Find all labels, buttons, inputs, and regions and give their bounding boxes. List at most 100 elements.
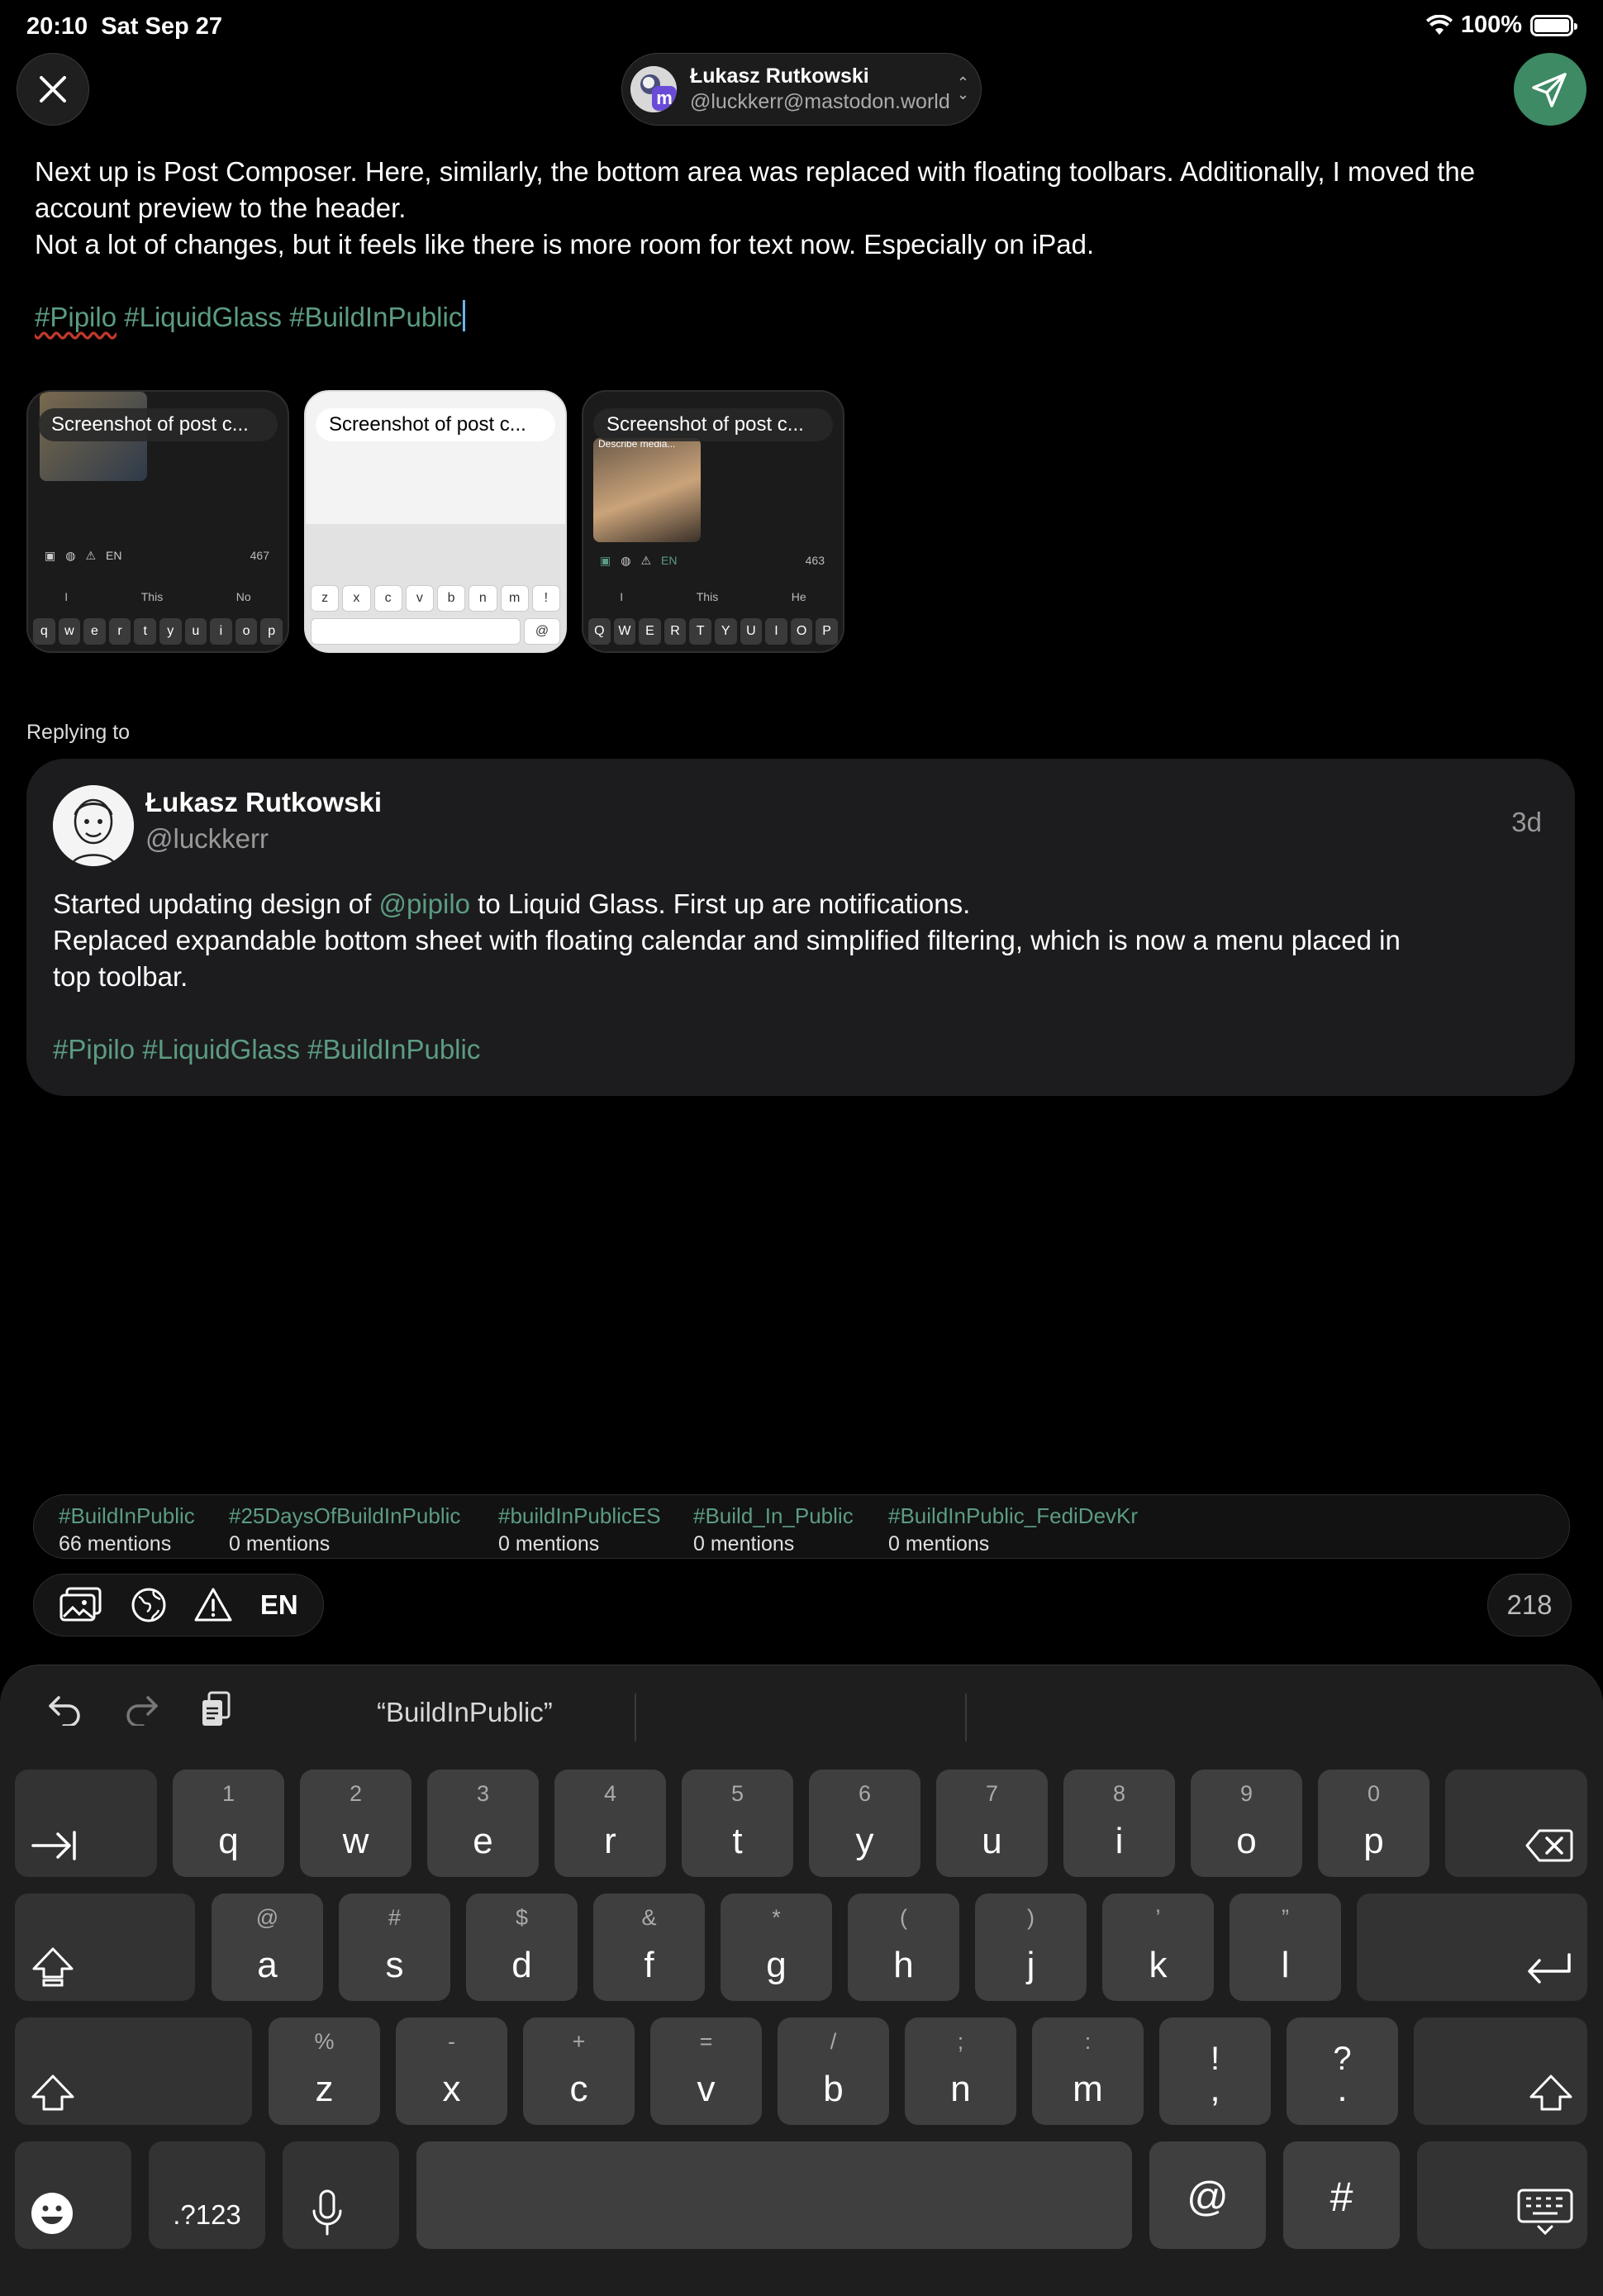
hash-key[interactable]: # bbox=[1283, 2141, 1400, 2249]
reply-timestamp: 3d bbox=[1511, 807, 1542, 837]
key-c[interactable]: + c bbox=[523, 2017, 635, 2125]
attachments-row: Screenshot of post c... ▣ ◍ ⚠ EN 467 I This N… bbox=[26, 390, 844, 653]
battery-icon bbox=[1530, 14, 1577, 36]
key-l[interactable]: ” l bbox=[1230, 1893, 1341, 2001]
dictation-key[interactable] bbox=[283, 2141, 399, 2249]
onscreen-keyboard: “BuildInPublic” 1q 2w 3e 4r 5t 6y 7u 8i … bbox=[0, 1665, 1603, 2296]
hashtag-link[interactable]: #BuildInPublic bbox=[307, 1034, 480, 1065]
keyboard-suggestion[interactable]: “BuildInPublic” bbox=[377, 1697, 553, 1728]
mention-link[interactable]: @pipilo bbox=[378, 888, 470, 919]
account-avatar: m bbox=[630, 66, 677, 112]
key-u[interactable]: 7u bbox=[936, 1770, 1048, 1877]
reply-author-name[interactable]: Łukasz Rutkowski bbox=[145, 787, 382, 818]
key-x[interactable]: -x bbox=[396, 2017, 507, 2125]
hashtag-suggestions-bar: #BuildInPublic 66 mentions #25DaysOfBuild… bbox=[33, 1494, 1570, 1559]
hashtag-suggestion[interactable]: #25DaysOfBuildInPublic 0 mentions bbox=[229, 1502, 460, 1558]
keyboard-dismiss-icon bbox=[1517, 2189, 1573, 2236]
key-question-period[interactable]: ?. bbox=[1287, 2017, 1398, 2125]
at-key[interactable]: @ bbox=[1149, 2141, 1266, 2249]
key-b[interactable]: / b bbox=[778, 2017, 889, 2125]
key-h[interactable]: (h bbox=[848, 1893, 959, 2001]
key-i[interactable]: 8i bbox=[1063, 1770, 1175, 1877]
shift-icon bbox=[31, 2074, 74, 2111]
mini-suggestions: I This He bbox=[620, 590, 806, 603]
key-exclamation-comma[interactable]: !, bbox=[1159, 2017, 1271, 2125]
redo-icon bbox=[126, 1696, 158, 1726]
globe-icon[interactable] bbox=[131, 1587, 167, 1623]
reply-text: Started updating design of @pipilo to Li… bbox=[53, 888, 1401, 1065]
attachment-description[interactable]: Screenshot of post c... bbox=[316, 408, 555, 441]
status-time: 20:10 Sat Sep 27 bbox=[26, 13, 222, 40]
key-w[interactable]: 2w bbox=[300, 1770, 411, 1877]
account-name: Łukasz Rutkowski bbox=[690, 64, 869, 88]
tab-key[interactable] bbox=[15, 1770, 157, 1877]
image-preview bbox=[593, 438, 701, 542]
hashtag-link[interactable]: #Pipilo bbox=[53, 1034, 135, 1065]
undo-icon bbox=[49, 1696, 80, 1726]
attachment-thumbnail[interactable]: Screenshot of post c... z x c v b n m! @ bbox=[304, 390, 567, 653]
key-g[interactable]: * g bbox=[721, 1893, 832, 2001]
key-s[interactable]: # s bbox=[339, 1893, 450, 2001]
hashtag-suggestion[interactable]: #BuildInPublic_FediDevKr 0 mentions bbox=[888, 1502, 1138, 1558]
key-r[interactable]: 4r bbox=[554, 1770, 666, 1877]
key-z[interactable]: % z bbox=[269, 2017, 380, 2125]
warning-icon[interactable] bbox=[193, 1587, 233, 1623]
return-key[interactable] bbox=[1357, 1893, 1587, 2001]
delete-key[interactable] bbox=[1445, 1770, 1587, 1877]
reply-post-card[interactable]: Łukasz Rutkowski @luckkerr 3d Started up… bbox=[26, 759, 1575, 1096]
replying-to-label: Replying to bbox=[26, 721, 131, 744]
media-icon[interactable] bbox=[59, 1587, 103, 1623]
attachment-description[interactable]: Screenshot of post c... bbox=[38, 408, 278, 441]
emoji-key[interactable] bbox=[15, 2141, 131, 2249]
key-m[interactable]: :m bbox=[1032, 2017, 1144, 2125]
reply-author-handle: @luckkerr bbox=[145, 823, 269, 854]
shift-key-left[interactable] bbox=[15, 2017, 252, 2125]
hashtag-suggestion[interactable]: #Build_In_Public 0 mentions bbox=[693, 1502, 854, 1558]
shift-icon bbox=[1529, 2074, 1572, 2111]
chevron-up-down-icon: ⌃ ⌄ bbox=[956, 74, 969, 102]
key-v[interactable]: = v bbox=[650, 2017, 762, 2125]
caps-lock-key[interactable] bbox=[15, 1893, 195, 2001]
mini-toolbar: ▣ ◍ ⚠ EN bbox=[45, 549, 122, 562]
key-j[interactable]: ) j bbox=[975, 1893, 1087, 2001]
language-button[interactable]: EN bbox=[260, 1589, 298, 1621]
mini-keyboard-bottom: @ bbox=[311, 618, 560, 645]
post-composer[interactable]: Next up is Post Composer. Here, similarl… bbox=[35, 154, 1572, 336]
account-switcher[interactable]: m Łukasz Rutkowski @luckkerr@mastodon.wo… bbox=[621, 53, 982, 126]
key-e[interactable]: 3e bbox=[427, 1770, 539, 1877]
undo-button[interactable] bbox=[45, 1689, 86, 1730]
attachment-description[interactable]: Screenshot of post c... bbox=[593, 408, 833, 441]
hashtag-suggestion[interactable]: #BuildInPublic 66 mentions bbox=[59, 1502, 195, 1558]
key-o[interactable]: 9o bbox=[1191, 1770, 1302, 1877]
close-icon bbox=[40, 76, 66, 102]
send-icon bbox=[1532, 73, 1567, 107]
key-q[interactable]: 1q bbox=[173, 1770, 284, 1877]
key-t[interactable]: 5t bbox=[682, 1770, 793, 1877]
key-n[interactable]: ; n bbox=[905, 2017, 1016, 2125]
tab-icon bbox=[31, 1831, 76, 1860]
close-button[interactable] bbox=[17, 53, 89, 126]
key-f[interactable]: & f bbox=[593, 1893, 705, 2001]
text-cursor bbox=[463, 300, 466, 331]
space-bar[interactable] bbox=[416, 2141, 1132, 2249]
mini-keyboard: z x c v b n m! bbox=[311, 585, 560, 612]
attachment-thumbnail[interactable]: Describe media... Screenshot of post c..… bbox=[582, 390, 844, 653]
dismiss-keyboard-key[interactable] bbox=[1417, 2141, 1587, 2249]
key-a[interactable]: @ a bbox=[212, 1893, 323, 2001]
attachment-thumbnail[interactable]: Screenshot of post c... ▣ ◍ ⚠ EN 467 I This N… bbox=[26, 390, 289, 653]
key-y[interactable]: 6y bbox=[809, 1770, 920, 1877]
key-p[interactable]: 0p bbox=[1318, 1770, 1429, 1877]
suggestion-divider bbox=[965, 1693, 967, 1741]
mini-count: 467 bbox=[250, 549, 269, 562]
paste-button[interactable] bbox=[195, 1689, 236, 1730]
key-d[interactable]: $ d bbox=[466, 1893, 578, 2001]
hashtag-link[interactable]: #LiquidGlass bbox=[142, 1034, 300, 1065]
shift-key-right[interactable] bbox=[1414, 2017, 1587, 2125]
caps-lock-icon bbox=[32, 1947, 74, 1987]
send-button[interactable] bbox=[1514, 53, 1586, 126]
hashtag-suggestion[interactable]: #buildInPublicES 0 mentions bbox=[498, 1502, 661, 1558]
redo-button[interactable] bbox=[121, 1689, 162, 1730]
microphone-icon bbox=[312, 2189, 342, 2236]
numbers-key[interactable]: .?123 bbox=[149, 2141, 265, 2249]
key-k[interactable]: ’ k bbox=[1102, 1893, 1214, 2001]
